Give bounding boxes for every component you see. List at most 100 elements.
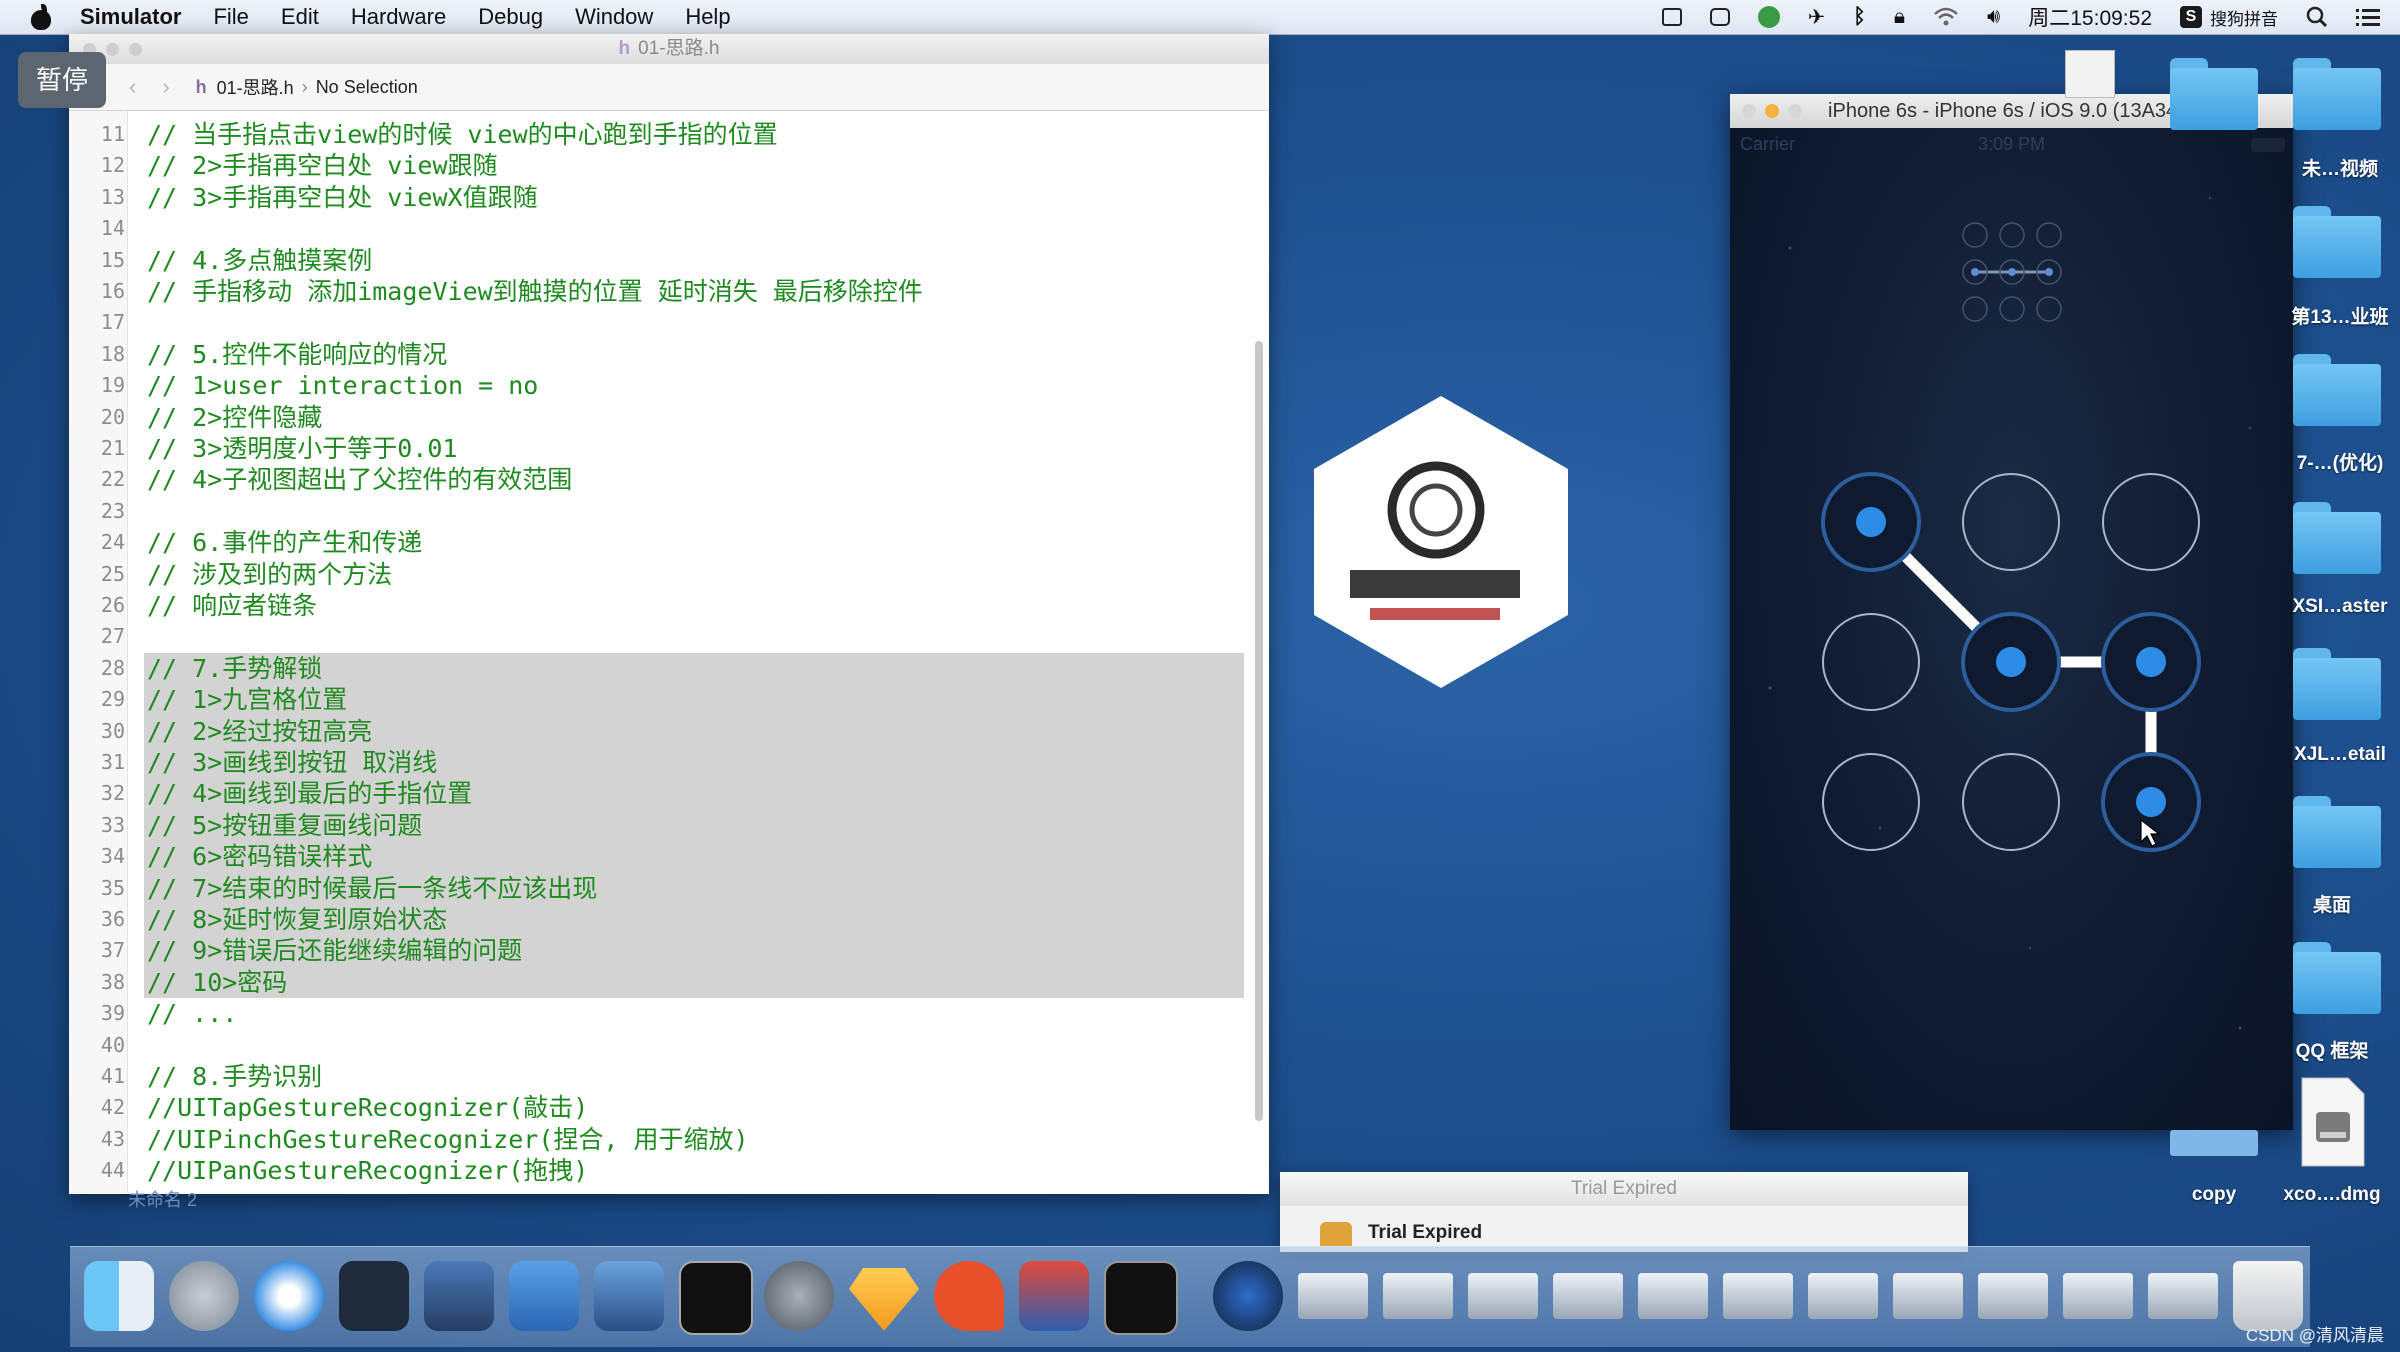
notification-list-icon[interactable] <box>2356 7 2380 27</box>
clock[interactable]: 周二15:09:52 <box>2028 2 2152 32</box>
code-line[interactable]: 23 <box>69 496 1239 527</box>
instruments-icon[interactable] <box>594 1261 664 1331</box>
sketch-icon[interactable] <box>849 1268 919 1331</box>
desktop-item-label[interactable]: copy <box>2154 1184 2274 1206</box>
lock-button-8[interactable] <box>1962 753 2060 851</box>
forward-arrow-icon[interactable]: › <box>162 74 169 100</box>
menu-hardware[interactable]: Hardware <box>351 4 446 30</box>
photo-slideshow-icon[interactable] <box>424 1261 494 1331</box>
window-thumbnail-icon[interactable] <box>2148 1273 2218 1319</box>
lock-button-5[interactable] <box>1961 612 2061 712</box>
desktop-item-label[interactable]: QQ 框架 <box>2272 1036 2392 1063</box>
launchpad-icon[interactable] <box>169 1261 239 1331</box>
code-line[interactable]: 31 // 3>画线到按钮 取消线 <box>101 747 1244 779</box>
zoom-button[interactable] <box>129 43 142 56</box>
code-line[interactable]: 32 // 4>画线到最后的手指位置 <box>101 778 1244 810</box>
console-icon[interactable] <box>1104 1261 1178 1335</box>
code-line[interactable]: 14 <box>69 213 1239 244</box>
code-line[interactable]: 40 <box>69 1030 1239 1061</box>
breadcrumb-file[interactable]: 01-思路.h <box>217 74 294 100</box>
lock-button-4[interactable] <box>1822 613 1920 711</box>
volume-icon[interactable]: 🔊︎ <box>1987 5 2000 29</box>
menu-edit[interactable]: Edit <box>281 4 319 30</box>
window-thumbnail-icon[interactable] <box>1638 1273 1708 1319</box>
apple-menu-icon[interactable] <box>30 4 52 30</box>
code-line[interactable]: 28 // 7.手势解锁 <box>101 652 1244 685</box>
code-line[interactable]: 39 // ... <box>69 998 1239 1029</box>
code-line[interactable]: 13 // 3>手指再空白处 viewX值跟随 <box>69 182 1239 213</box>
folder-icon[interactable] <box>2293 58 2381 130</box>
window-thumbnail-icon[interactable] <box>1383 1273 1453 1319</box>
window-thumbnail-icon[interactable] <box>1723 1273 1793 1319</box>
desktop-file-icon[interactable] <box>2065 50 2115 98</box>
code-line[interactable]: 12 // 2>手指再空白处 view跟随 <box>69 150 1239 181</box>
folder-icon[interactable] <box>2293 796 2381 868</box>
spotlight-icon[interactable] <box>2306 6 2328 28</box>
code-line[interactable]: 33 // 5>按钮重复画线问题 <box>101 809 1244 842</box>
pause-badge[interactable]: 暂停 <box>18 52 106 108</box>
terminal-icon[interactable] <box>679 1261 753 1335</box>
folder-icon[interactable] <box>2293 206 2381 278</box>
trial-title[interactable]: Trial Expired <box>1280 1172 1968 1206</box>
menu-debug[interactable]: Debug <box>478 4 543 30</box>
menu-window[interactable]: Window <box>575 4 653 30</box>
mouse-icon[interactable] <box>339 1261 409 1331</box>
window-thumbnail-icon[interactable] <box>1468 1273 1538 1319</box>
menu-file[interactable]: File <box>213 4 248 30</box>
code-line[interactable]: 25 // 涉及到的两个方法 <box>69 559 1239 590</box>
code-line[interactable]: 20 // 2>控件隐藏 <box>69 402 1239 433</box>
code-line[interactable]: 19 // 1>user interaction = no <box>69 370 1239 401</box>
code-line[interactable]: 26 // 响应者链条 <box>69 590 1239 621</box>
airplane-icon[interactable]: ✈ <box>1808 5 1826 30</box>
code-line[interactable]: 27 <box>69 621 1239 652</box>
folder-icon[interactable] <box>2293 648 2381 720</box>
code-editor[interactable]: 11 // 当手指点击view的时候 view的中心跑到手指的位置 12 // 2>手… <box>69 111 1269 1193</box>
code-line[interactable]: 38 // 10>密码 <box>101 966 1244 999</box>
code-line[interactable]: 44 //UIPanGestureRecognizer(拖拽) <box>69 1155 1239 1186</box>
code-line[interactable]: 21 // 3>透明度小于等于0.01 <box>69 433 1239 464</box>
phone-screen[interactable]: Carrier 3:09 PM <box>1730 128 2293 1130</box>
gesture-lock-view[interactable] <box>1730 128 2293 1130</box>
code-line[interactable]: 34 // 6>密码错误样式 <box>101 841 1244 873</box>
code-line[interactable]: 11 // 当手指点击view的时候 view的中心跑到手指的位置 <box>69 119 1239 150</box>
code-line[interactable]: 42 //UITapGestureRecognizer(敲击) <box>69 1092 1239 1123</box>
code-line[interactable]: 43 //UIPinchGestureRecognizer(捏合, 用于缩放) <box>69 1124 1239 1155</box>
window-thumbnail-icon[interactable] <box>1553 1273 1623 1319</box>
window-thumbnail-icon[interactable] <box>1808 1273 1878 1319</box>
desktop-item-label[interactable]: 第13…业班 <box>2280 302 2400 329</box>
zoom-button[interactable] <box>1788 104 1802 118</box>
folder-icon[interactable] <box>2293 354 2381 426</box>
menu-help[interactable]: Help <box>685 4 730 30</box>
window-thumbnail-icon[interactable] <box>1893 1273 1963 1319</box>
lock-button-7[interactable] <box>1822 753 1920 851</box>
desktop-item-label[interactable]: XJL…etail <box>2280 744 2400 766</box>
back-arrow-icon[interactable]: ‹ <box>129 74 136 100</box>
lock-icon[interactable]: 🔒︎ <box>1894 5 1905 29</box>
code-line[interactable]: 17 <box>69 307 1239 338</box>
input-method[interactable]: 搜狗拼音 <box>2210 5 2278 30</box>
code-line[interactable]: 30 // 2>经过按钮高亮 <box>101 715 1244 747</box>
desktop-item-label[interactable]: 桌面 <box>2272 890 2392 917</box>
desktop-item-label[interactable]: XSI…aster <box>2280 596 2400 618</box>
xcode-icon[interactable] <box>509 1261 579 1331</box>
code-line[interactable]: 36 // 8>延时恢复到原始状态 <box>101 904 1244 936</box>
code-line[interactable]: 24 // 6.事件的产生和传递 <box>69 527 1239 558</box>
window-thumbnail-icon[interactable] <box>1298 1273 1368 1319</box>
minimize-button[interactable] <box>1765 104 1779 118</box>
editor-scrollbar[interactable] <box>1255 341 1263 1121</box>
minimize-button[interactable] <box>106 43 119 56</box>
safari-icon[interactable] <box>254 1261 324 1331</box>
finder-icon[interactable] <box>84 1261 154 1331</box>
breadcrumb-selection[interactable]: No Selection <box>316 77 418 98</box>
screen-record-icon[interactable] <box>1709 8 1730 26</box>
code-line[interactable]: 18 // 5.控件不能响应的情况 <box>69 339 1239 370</box>
desktop-item-label[interactable]: xco….dmg <box>2272 1184 2392 1206</box>
code-line[interactable]: 37 // 9>错误后还能继续编辑的问题 <box>101 935 1244 967</box>
window-thumbnail-icon[interactable] <box>1978 1273 2048 1319</box>
system-preferences-icon[interactable] <box>764 1261 834 1331</box>
desktop-item-label[interactable]: 7-…(优化) <box>2280 448 2400 475</box>
code-line[interactable]: 16 // 手指移动 添加imageView到触摸的位置 延时消失 最后移除控件 <box>69 276 1239 307</box>
close-button[interactable] <box>1742 104 1756 118</box>
lock-button-1[interactable] <box>1821 472 1921 572</box>
code-line[interactable]: 15 // 4.多点触摸案例 <box>69 245 1239 276</box>
